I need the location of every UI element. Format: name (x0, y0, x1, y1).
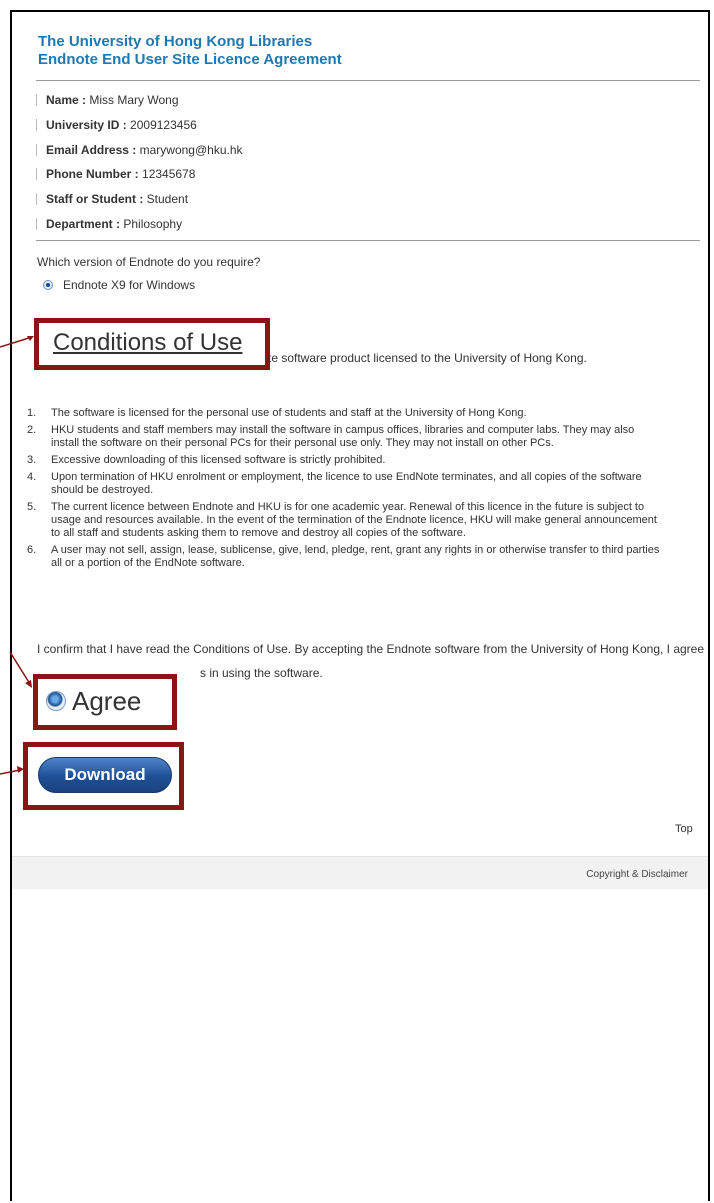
library-title: The University of Hong Kong Libraries (38, 33, 313, 50)
list-item: 3. Excessive downloading of this licensed… (27, 454, 386, 466)
confirmation-text: I confirm that I have read the Condition… (37, 642, 705, 656)
copyright-disclaimer-link[interactable]: Copyright & Disclaimer (586, 869, 688, 880)
term-text: Upon termination of HKU enrolment or emp… (51, 471, 642, 496)
info-label: Name : (46, 93, 87, 107)
info-value: 12345678 (142, 167, 196, 181)
divider-top (36, 80, 700, 81)
info-label: University ID : (46, 118, 127, 132)
info-label: Phone Number : (46, 167, 139, 181)
info-value: Student (146, 192, 189, 206)
footer-bar: Copyright & Disclaimer (12, 856, 708, 889)
info-bar (36, 94, 37, 106)
info-bar (36, 144, 37, 156)
info-label: Department : (46, 217, 121, 231)
term-text: A user may not sell, assign, lease, subl… (51, 544, 660, 569)
agree-label[interactable]: Agree (72, 686, 141, 717)
info-bar (36, 119, 37, 131)
info-label: Staff or Student : (46, 192, 144, 206)
list-item: 4. Upon termination of HKU enrolment or e… (27, 471, 642, 496)
list-item: 1. The software is licensed for the perso… (27, 407, 527, 419)
info-bar (36, 218, 37, 230)
term-text: The current licence between Endnote and … (51, 501, 657, 539)
top-link[interactable]: Top (675, 823, 693, 835)
list-item: 5. The current licence between Endnote an… (27, 501, 657, 539)
term-text: HKU students and staff members may insta… (51, 424, 635, 449)
confirmation-text-tail: s in using the software. (200, 666, 323, 680)
info-bar (36, 193, 37, 205)
list-item: 6. A user may not sell, assign, lease, su… (27, 544, 660, 569)
page-frame (10, 10, 710, 1201)
conditions-intro: te software product licensed to the Univ… (268, 351, 587, 365)
version-question: Which version of Endnote do you require? (37, 255, 261, 269)
info-label: Email Address : (46, 143, 137, 157)
term-text: Excessive downloading of this licensed s… (51, 454, 386, 466)
info-value: Philosophy (123, 217, 183, 231)
version-radio[interactable] (43, 280, 53, 290)
callout-arrow-icon (0, 766, 24, 775)
download-button[interactable]: Download (38, 757, 172, 793)
divider-info (36, 240, 700, 241)
callout-arrow-icon (0, 336, 34, 348)
info-value: marywong@hku.hk (139, 143, 243, 157)
conditions-title[interactable]: Conditions of Use (53, 329, 242, 357)
list-item: 2. HKU students and staff members may ins… (27, 424, 635, 449)
version-option-label[interactable]: Endnote X9 for Windows (63, 278, 195, 292)
conditions-list: 1. The software is licensed for the perso… (0, 407, 660, 574)
agreement-title: Endnote End User Site Licence Agreement (38, 51, 342, 68)
info-bar (36, 168, 37, 180)
agree-radio[interactable] (46, 691, 66, 711)
info-value: 2009123456 (130, 118, 197, 132)
term-text: The software is licensed for the persona… (51, 407, 527, 419)
info-value: Miss Mary Wong (89, 93, 179, 107)
callout-arrow-icon (9, 651, 32, 688)
